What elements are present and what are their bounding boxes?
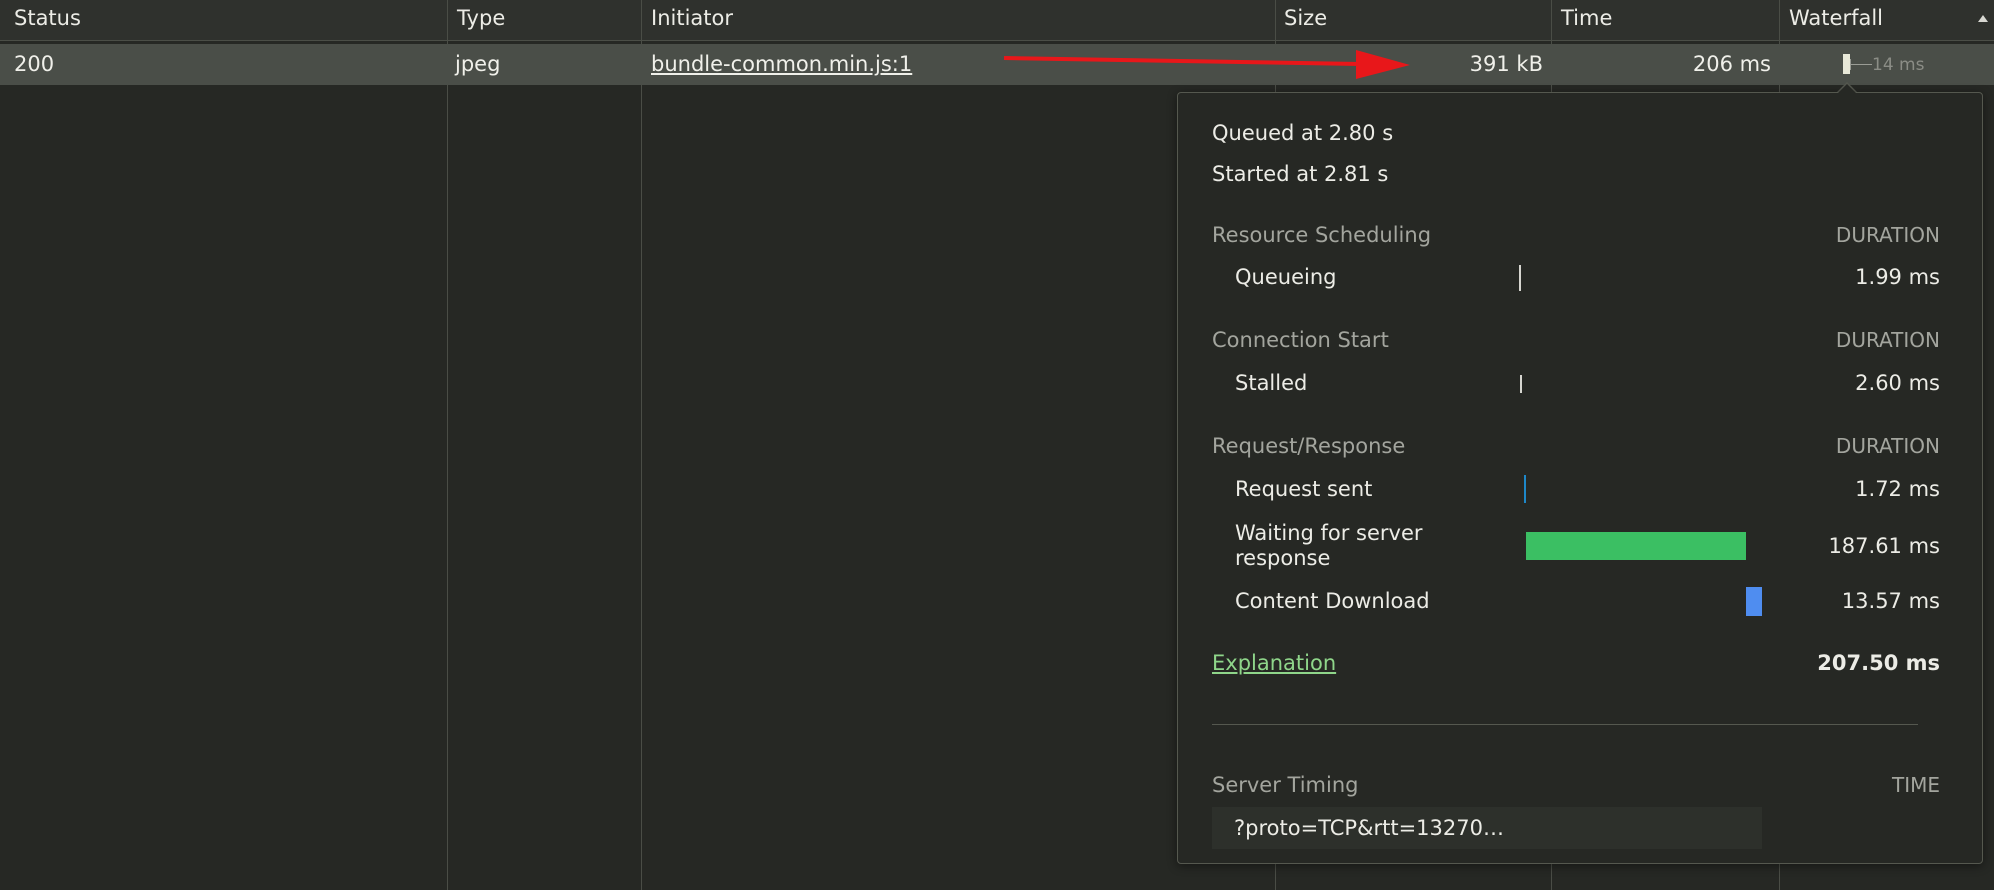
column-header-initiator[interactable]: Initiator bbox=[637, 0, 1277, 40]
row-type: jpeg bbox=[455, 52, 501, 76]
waterfall-bar[interactable] bbox=[1843, 54, 1850, 74]
phase-bar-content-download bbox=[1746, 587, 1762, 616]
column-header-waterfall-label: Waterfall bbox=[1789, 6, 1884, 30]
section-duration-heading: DURATION bbox=[1835, 328, 1940, 352]
section-title-resource-scheduling: Resource Scheduling bbox=[1212, 223, 1432, 247]
column-header-time[interactable]: Time bbox=[1547, 0, 1777, 40]
annotation-arrow-head bbox=[1356, 50, 1410, 79]
initiator-link[interactable]: bundle-common.min.js:1 bbox=[651, 52, 912, 76]
phase-label-content-download: Content Download bbox=[1235, 589, 1430, 613]
row-time: 206 ms bbox=[1692, 52, 1771, 76]
column-header-size[interactable]: Size bbox=[1270, 0, 1550, 40]
phase-bar-waiting bbox=[1526, 532, 1746, 560]
annotation-arrow-icon bbox=[1003, 50, 1410, 79]
phase-value-queueing: 1.99 ms bbox=[1855, 265, 1940, 289]
queued-at-text: Queued at 2.80 s bbox=[1212, 121, 1394, 145]
popover-notch-inner bbox=[1838, 84, 1856, 93]
phase-label-stalled: Stalled bbox=[1235, 371, 1308, 395]
table-header: Status Type Initiator Size Time Waterfal… bbox=[0, 0, 1994, 41]
server-timing-title: Server Timing bbox=[1212, 773, 1359, 797]
waterfall-tick bbox=[1850, 64, 1872, 65]
row-status: 200 bbox=[14, 52, 55, 76]
annotation-arrow-shaft bbox=[1003, 56, 1361, 66]
waterfall-duration-label: 14 ms bbox=[1872, 55, 1925, 75]
server-timing-column-heading: TIME bbox=[1891, 773, 1940, 797]
sort-ascending-icon bbox=[1978, 15, 1988, 22]
server-timing-entry: ?proto=TCP&rtt=13270… bbox=[1212, 807, 1762, 849]
phase-bar-stalled bbox=[1520, 375, 1522, 393]
devtools-network-panel: Status Type Initiator Size Time Waterfal… bbox=[0, 0, 1994, 890]
row-initiator: bundle-common.min.js:1 bbox=[637, 44, 1037, 85]
section-title-request-response: Request/Response bbox=[1212, 434, 1406, 458]
phase-label-request-sent: Request sent bbox=[1235, 477, 1373, 501]
section-duration-heading: DURATION bbox=[1835, 434, 1940, 458]
section-title-connection-start: Connection Start bbox=[1212, 328, 1389, 352]
column-divider-status[interactable] bbox=[447, 0, 448, 890]
phase-bar-request-sent bbox=[1524, 475, 1526, 503]
phase-bar-queueing bbox=[1519, 265, 1521, 291]
phase-label-queueing: Queueing bbox=[1235, 265, 1337, 289]
column-header-type[interactable]: Type bbox=[443, 0, 637, 40]
popover-divider bbox=[1212, 724, 1918, 725]
explanation-link[interactable]: Explanation bbox=[1212, 650, 1336, 676]
section-duration-heading: DURATION bbox=[1835, 223, 1940, 247]
table-row[interactable]: 200 jpeg bundle-common.min.js:1 391 kB 2… bbox=[0, 44, 1994, 85]
started-at-text: Started at 2.81 s bbox=[1212, 162, 1389, 186]
phase-value-request-sent: 1.72 ms bbox=[1855, 477, 1940, 501]
phase-value-content-download: 13.57 ms bbox=[1841, 589, 1940, 613]
column-header-waterfall[interactable]: Waterfall bbox=[1775, 0, 1994, 40]
phase-label-waiting: Waiting for server response bbox=[1235, 521, 1423, 570]
phase-value-stalled: 2.60 ms bbox=[1855, 371, 1940, 395]
total-duration: 207.50 ms bbox=[1817, 651, 1940, 675]
phase-value-waiting: 187.61 ms bbox=[1828, 534, 1940, 558]
column-header-status[interactable]: Status bbox=[0, 0, 450, 40]
column-divider-type[interactable] bbox=[641, 0, 642, 890]
